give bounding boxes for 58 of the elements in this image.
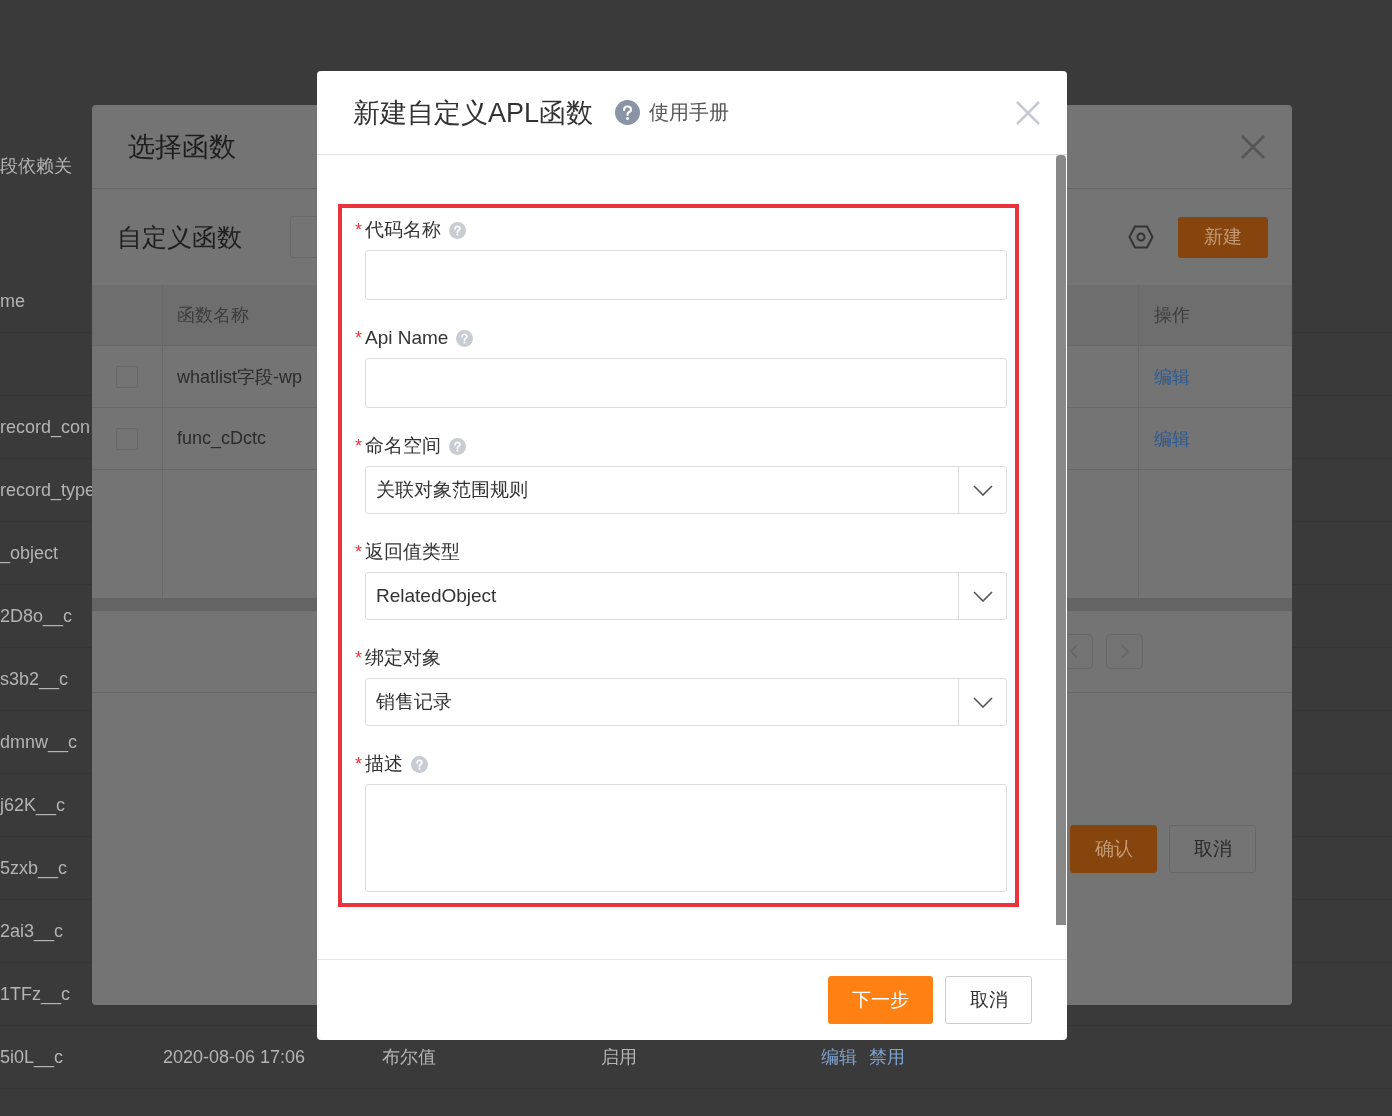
field-label: 绑定对象 [365,646,441,670]
required-mark: * [355,327,363,349]
field-label: Api Name [365,327,449,349]
dialog-title: 选择函数 [128,130,236,164]
table-cell-text: whatlist字段-wp [177,365,303,389]
next-button[interactable]: 下一步 [828,976,933,1024]
help-icon[interactable] [449,221,466,239]
field-label: 返回值类型 [365,540,460,564]
help-icon[interactable] [456,329,474,347]
dropdown-field[interactable]: RelatedObject [365,572,1007,620]
table-cell: 5zxb__c [0,857,68,879]
table-cell: s3b2__c [0,668,69,690]
required-mark: * [355,219,363,241]
table-cell: 2ai3__c [0,920,64,942]
table-cell: j62K__c [0,794,66,816]
close-icon[interactable] [1240,133,1266,160]
action-link[interactable]: 禁用 [869,1045,905,1069]
table-cell-text: 2020-08-06 17:06 [163,1046,307,1068]
help-icon[interactable] [411,755,428,773]
chevron-down-icon [972,484,993,496]
field-label: 命名空间 [365,434,441,458]
table-cell: _object [0,542,59,564]
required-mark: * [355,541,363,563]
required-mark: * [355,435,363,457]
table-cell-text: 5i0L__c [0,1046,65,1068]
help-icon[interactable] [449,437,466,455]
tab-label[interactable]: 段依赖关 [0,153,72,178]
dropdown-field[interactable]: 关联对象范围规则 [365,466,1007,514]
required-mark: * [355,753,363,775]
chevron-down-icon [972,696,993,708]
dropdown-field[interactable]: 销售记录 [365,678,1007,726]
table-cell: func_cDctc [177,428,267,449]
input-field[interactable] [365,358,1007,408]
table-cell: record_con [0,416,91,438]
required-mark: * [355,647,363,669]
manual-link[interactable]: 使用手册 [649,99,730,126]
input-field[interactable] [365,250,1007,300]
cancel-button[interactable]: 取消 [1169,824,1256,873]
table-cell: 2D8o__c [0,605,73,627]
dialog-title: 新建自定义APL函数 [353,96,594,130]
cancel-button[interactable]: 取消 [945,976,1032,1024]
table-cell-text: 布尔值 [382,1046,437,1069]
action-link[interactable]: 编辑 [821,1045,857,1069]
table-cell: dmnw__c [0,731,78,753]
scrollbar[interactable] [1056,155,1066,925]
section-title: 自定义函数 [117,221,242,253]
field-label: 代码名称 [365,218,441,242]
textarea-field[interactable] [365,784,1007,892]
field-label: 描述 [365,752,403,776]
table-cell: record_type [0,479,96,501]
help-icon[interactable] [615,100,641,125]
new-button[interactable]: 新建 [1178,216,1268,258]
table-cell-text: 启用 [601,1046,638,1069]
chevron-down-icon [972,590,993,602]
column-header: me [0,290,25,312]
table-cell: 1TFz__c [0,983,71,1005]
settings-icon[interactable] [1128,224,1154,250]
confirm-button[interactable]: 确认 [1070,824,1157,873]
